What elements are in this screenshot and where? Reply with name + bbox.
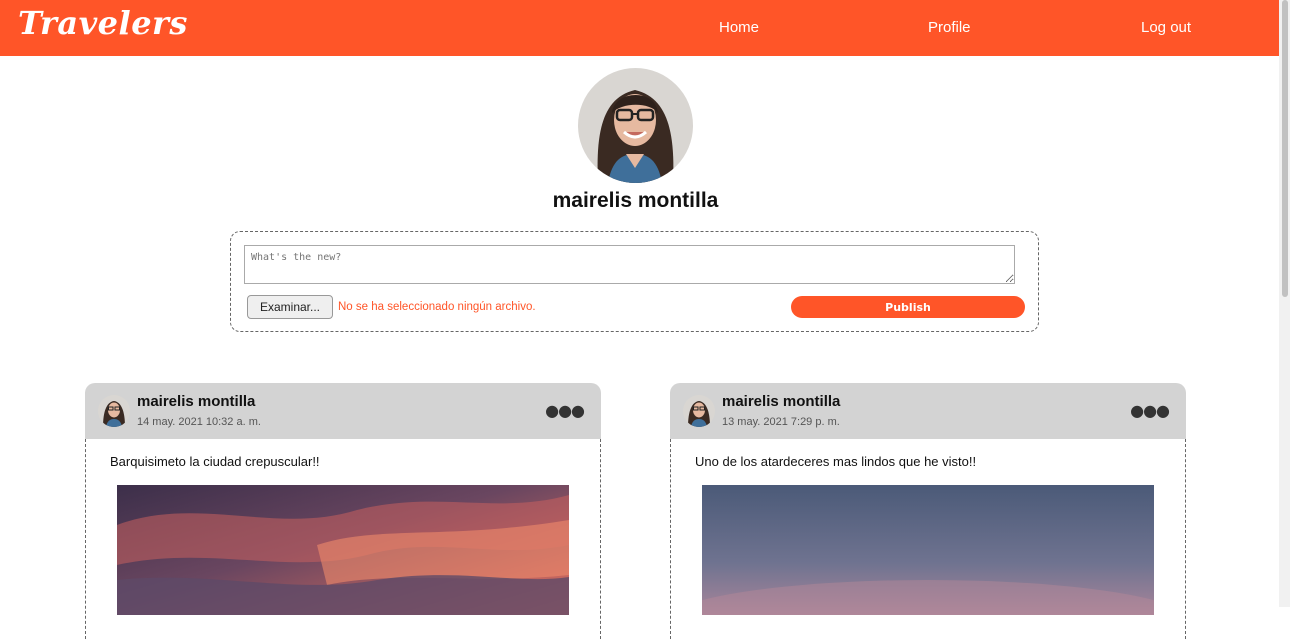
brand-logo[interactable]: Travelers — [18, 4, 188, 42]
nav-profile-link[interactable]: Profile — [928, 19, 971, 36]
post-header: mairelis montilla 13 may. 2021 7:29 p. m… — [670, 383, 1186, 439]
post-card: mairelis montilla 14 may. 2021 10:32 a. … — [85, 383, 601, 639]
post-author-name[interactable]: mairelis montilla — [137, 393, 255, 410]
nav-home-link[interactable]: Home — [719, 19, 759, 36]
profile-name: mairelis montilla — [552, 189, 719, 212]
more-horizontal-icon[interactable]: ●●● — [545, 403, 585, 419]
more-horizontal-icon[interactable]: ●●● — [1130, 403, 1170, 419]
post-body: Uno de los atardeceres mas lindos que he… — [670, 439, 1186, 639]
post-header: mairelis montilla 14 may. 2021 10:32 a. … — [85, 383, 601, 439]
file-status-text: No se ha seleccionado ningún archivo. — [338, 301, 536, 313]
nav-logout-link[interactable]: Log out — [1141, 19, 1191, 36]
post-text: Barquisimeto la ciudad crepuscular!! — [110, 454, 320, 469]
post-text: Uno de los atardeceres mas lindos que he… — [695, 454, 977, 469]
post-photo[interactable] — [117, 485, 569, 615]
post-author-avatar[interactable] — [98, 395, 130, 427]
post-photo[interactable] — [702, 485, 1154, 615]
new-post-composer: Examinar... No se ha seleccionado ningún… — [230, 231, 1039, 332]
publish-button[interactable]: Publish — [791, 296, 1025, 318]
post-body: Barquisimeto la ciudad crepuscular!! — [85, 439, 601, 639]
post-date: 14 may. 2021 10:32 a. m. — [137, 416, 261, 428]
profile-avatar — [578, 68, 693, 183]
post-author-avatar[interactable] — [683, 395, 715, 427]
post-card: mairelis montilla 13 may. 2021 7:29 p. m… — [670, 383, 1186, 639]
top-navbar: Travelers Home Profile Log out — [0, 0, 1279, 56]
page-scrollbar-thumb[interactable] — [1282, 0, 1288, 297]
post-author-name[interactable]: mairelis montilla — [722, 393, 840, 410]
post-date: 13 may. 2021 7:29 p. m. — [722, 416, 840, 428]
post-text-input[interactable] — [244, 245, 1015, 284]
file-browse-button[interactable]: Examinar... — [247, 295, 333, 319]
